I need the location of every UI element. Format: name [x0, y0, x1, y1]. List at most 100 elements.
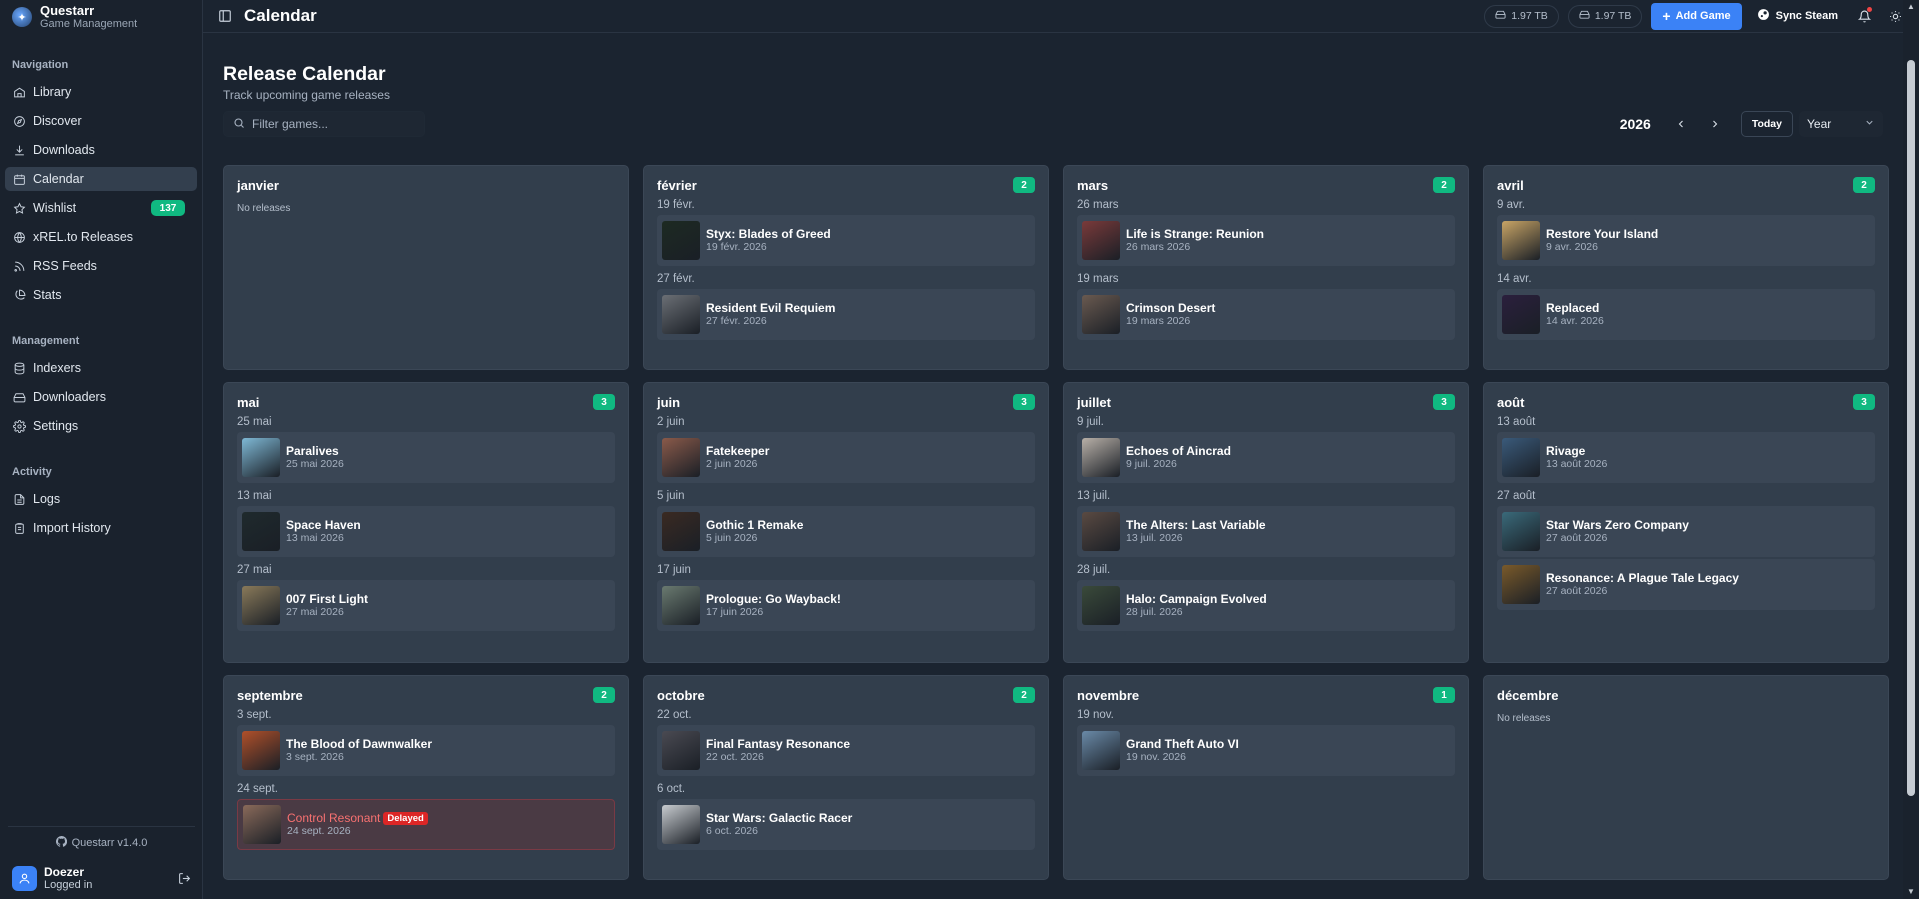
month-header: mars 2 [1077, 177, 1455, 193]
sidebar-item-label: Settings [33, 419, 79, 433]
today-button[interactable]: Today [1740, 111, 1793, 137]
game-release-date: 25 mai 2026 [286, 458, 344, 470]
game-release-item[interactable]: Final Fantasy Resonance 22 oct. 2026 [657, 725, 1035, 776]
game-title: Space Haven [286, 518, 361, 532]
release-day-label: 26 mars [1077, 199, 1119, 211]
game-release-item[interactable]: Control Resonant Delayed 24 sept. 2026 [237, 799, 615, 850]
month-header: juin 3 [657, 394, 1035, 410]
wishlist-count-badge: 137 [151, 200, 185, 216]
game-release-date: 13 août 2026 [1546, 458, 1608, 470]
view-select[interactable]: Year [1799, 111, 1883, 137]
chevron-left-icon[interactable] [1667, 111, 1695, 137]
rss-icon [12, 259, 26, 273]
sidebar-item-import-history[interactable]: Import History [5, 516, 197, 540]
storage-indicator[interactable]: 1.97 TB [1484, 4, 1559, 28]
version-link[interactable]: Questarr v1.4.0 [8, 826, 195, 859]
filter-field[interactable] [223, 111, 425, 137]
game-cover-image [243, 805, 281, 844]
sidebar-item-wishlist[interactable]: Wishlist 137 [5, 196, 197, 220]
plus-icon: + [1662, 8, 1671, 24]
sidebar-item-downloaders[interactable]: Downloaders [5, 385, 197, 409]
month-card: avril 2 9 avr. Restore Your Island 9 avr… [1483, 165, 1889, 370]
sidebar-item-label: RSS Feeds [33, 259, 97, 273]
chevron-right-icon[interactable] [1701, 111, 1729, 137]
game-release-item[interactable]: Paralives 25 mai 2026 [237, 432, 615, 483]
month-release-count: 2 [1013, 687, 1035, 703]
sidebar-item-stats[interactable]: Stats [5, 283, 197, 307]
game-release-item[interactable]: Life is Strange: Reunion 26 mars 2026 [1077, 215, 1455, 266]
bell-icon[interactable] [1853, 5, 1875, 27]
month-card: février 2 19 févr. Styx: Blades of Greed… [643, 165, 1049, 370]
game-release-item[interactable]: Echoes of Aincrad 9 juil. 2026 [1077, 432, 1455, 483]
month-name: janvier [237, 177, 279, 193]
page-scrollbar[interactable]: ▲ ▼ [1903, 0, 1919, 899]
brand[interactable]: ✦ Questarr Game Management [0, 0, 202, 34]
game-release-item[interactable]: Rivage 13 août 2026 [1497, 432, 1875, 483]
game-release-item[interactable]: 007 First Light 27 mai 2026 [237, 580, 615, 631]
sidebar-item-logs[interactable]: Logs [5, 487, 197, 511]
sidebar-item-label: Wishlist [33, 201, 77, 215]
game-release-item[interactable]: Restore Your Island 9 avr. 2026 [1497, 215, 1875, 266]
game-cover-image [242, 512, 280, 551]
sidebar-item-indexers[interactable]: Indexers [5, 356, 197, 380]
game-release-date: 22 oct. 2026 [706, 751, 764, 763]
game-release-date: 27 mai 2026 [286, 606, 344, 618]
game-release-item[interactable]: Fatekeeper 2 juin 2026 [657, 432, 1035, 483]
game-release-item[interactable]: Resident Evil Requiem 27 févr. 2026 [657, 289, 1035, 340]
sidebar-item-rss-feeds[interactable]: RSS Feeds [5, 254, 197, 278]
release-day-label: 19 mars [1077, 273, 1119, 285]
month-card: septembre 2 3 sept. The Blood of Dawnwal… [223, 675, 629, 880]
sidebar-item-discover[interactable]: Discover [5, 109, 197, 133]
release-day-label: 3 sept. [237, 709, 272, 721]
game-release-item[interactable]: The Blood of Dawnwalker 3 sept. 2026 [237, 725, 615, 776]
game-release-item[interactable]: Gothic 1 Remake 5 juin 2026 [657, 506, 1035, 557]
month-card: mai 3 25 mai Paralives 25 mai 2026 13 ma… [223, 382, 629, 663]
release-day-label: 22 oct. [657, 709, 692, 721]
game-cover-image [662, 805, 700, 844]
game-cover-image [662, 221, 700, 260]
game-release-item[interactable]: The Alters: Last Variable 13 juil. 2026 [1077, 506, 1455, 557]
game-release-item[interactable]: Resonance: A Plague Tale Legacy 27 août … [1497, 559, 1875, 610]
sidebar-item-settings[interactable]: Settings [5, 414, 197, 438]
user-profile[interactable]: Doezer Logged in [0, 859, 203, 899]
compass-icon [12, 114, 26, 128]
add-game-button[interactable]: + Add Game [1651, 2, 1742, 30]
game-release-item[interactable]: Replaced 14 avr. 2026 [1497, 289, 1875, 340]
scroll-down-icon[interactable]: ▼ [1907, 888, 1915, 896]
game-release-item[interactable]: Grand Theft Auto VI 19 nov. 2026 [1077, 725, 1455, 776]
game-cover-image [1502, 565, 1540, 604]
github-icon [55, 835, 67, 850]
filter-games-input[interactable] [252, 117, 412, 131]
sidebar-item-downloads[interactable]: Downloads [5, 138, 197, 162]
add-game-label: Add Game [1675, 10, 1731, 22]
game-release-date: 5 juin 2026 [706, 532, 758, 544]
sidebar-toggle-icon[interactable] [216, 7, 234, 25]
storage-indicator[interactable]: 1.97 TB [1567, 4, 1643, 28]
game-release-date: 3 sept. 2026 [286, 751, 344, 763]
sync-steam-button[interactable]: Sync Steam [1751, 3, 1844, 30]
game-release-item[interactable]: Star Wars: Galactic Racer 6 oct. 2026 [657, 799, 1035, 850]
game-release-item[interactable]: Star Wars Zero Company 27 août 2026 [1497, 506, 1875, 557]
game-title: Star Wars Zero Company [1546, 518, 1689, 532]
game-release-item[interactable]: Prologue: Go Wayback! 17 juin 2026 [657, 580, 1035, 631]
game-release-date: 26 mars 2026 [1126, 241, 1191, 253]
scroll-up-icon[interactable]: ▲ [1907, 3, 1915, 11]
month-header: septembre 2 [237, 687, 615, 703]
logout-icon[interactable] [178, 872, 191, 885]
month-release-count: 2 [1013, 177, 1035, 193]
sidebar-item-calendar[interactable]: Calendar [5, 167, 197, 191]
game-release-item[interactable]: Crimson Desert 19 mars 2026 [1077, 289, 1455, 340]
game-release-item[interactable]: Halo: Campaign Evolved 28 juil. 2026 [1077, 580, 1455, 631]
month-release-count: 2 [593, 687, 615, 703]
release-day-label: 19 févr. [657, 199, 695, 211]
game-release-date: 17 juin 2026 [706, 606, 764, 618]
sidebar-item-xrel-to-releases[interactable]: xREL.to Releases [5, 225, 197, 249]
sidebar-item-library[interactable]: Library [5, 80, 197, 104]
database-icon [12, 361, 26, 375]
nav-heading: Navigation [12, 59, 69, 71]
nav-heading: Activity [12, 466, 52, 478]
scroll-thumb[interactable] [1907, 60, 1915, 796]
game-release-item[interactable]: Space Haven 13 mai 2026 [237, 506, 615, 557]
game-release-item[interactable]: Styx: Blades of Greed 19 févr. 2026 [657, 215, 1035, 266]
month-name: décembre [1497, 687, 1559, 703]
